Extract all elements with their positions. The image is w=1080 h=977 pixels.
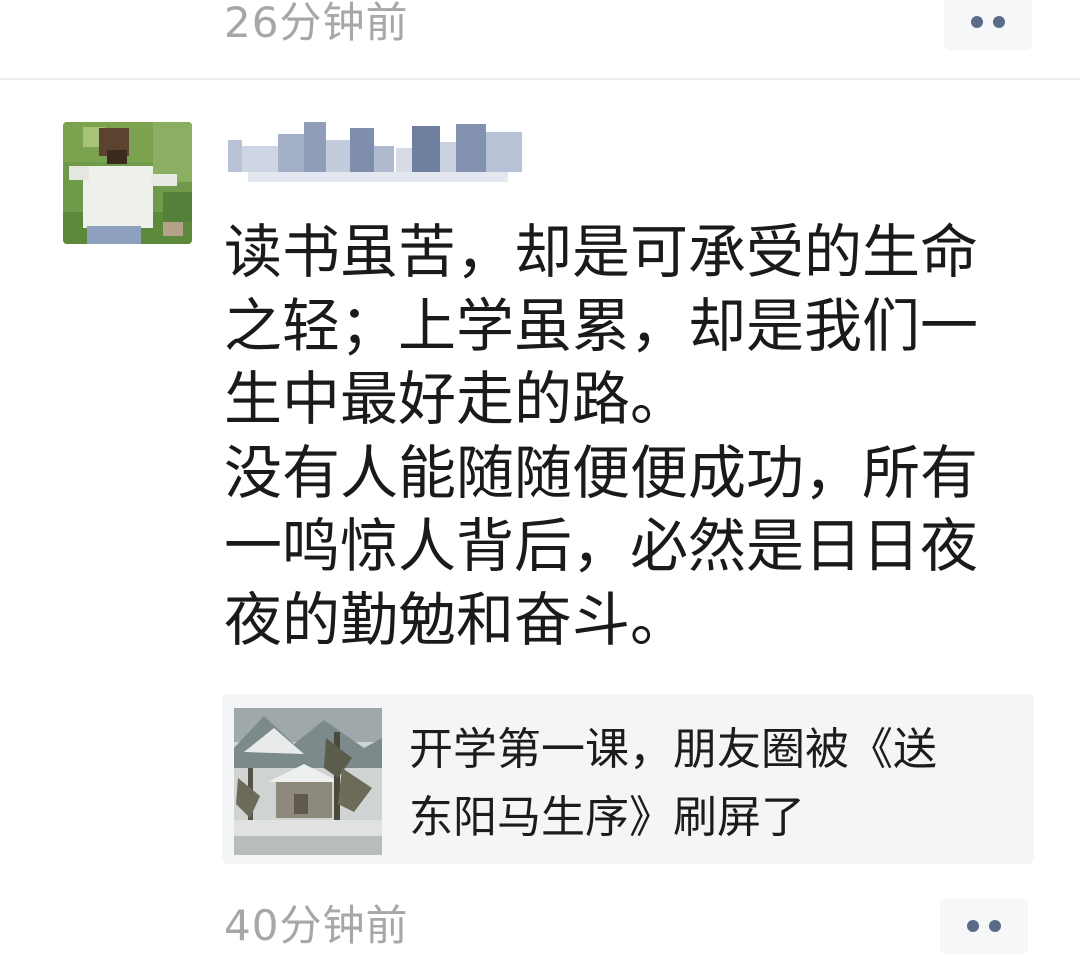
post-content: 读书虽苦，却是可承受的生命 之轻；上学虽累，却是我们一 生中最好走的路。 没有人… xyxy=(224,218,979,654)
feed-divider xyxy=(0,78,1080,80)
post-timestamp: 40分钟前 xyxy=(224,901,409,950)
avatar-photo xyxy=(63,122,192,244)
more-dots-icon xyxy=(967,920,979,932)
more-dots-icon xyxy=(971,16,983,28)
more-actions-button[interactable] xyxy=(944,0,1032,50)
snowy-landscape-painting xyxy=(234,708,382,855)
post-author-name[interactable] xyxy=(228,118,524,184)
blurred-username xyxy=(228,122,522,182)
more-actions-button[interactable] xyxy=(940,898,1028,954)
more-dots-icon xyxy=(993,16,1005,28)
more-dots-icon xyxy=(989,920,1001,932)
post-timestamp: 26分钟前 xyxy=(224,0,409,47)
article-thumbnail xyxy=(234,708,382,855)
previous-post-footer: 26分钟前 xyxy=(0,0,1080,78)
article-title: 开学第一课，朋友圈被《送 东阳马生序》刷屏了 xyxy=(409,724,937,843)
shared-article-card[interactable]: 开学第一课，朋友圈被《送 东阳马生序》刷屏了 xyxy=(222,694,1034,864)
moments-feed: 26分钟前 读书虽苦，却是可承受的生命 之轻；上学虽累，却是我们一 生中最好走的… xyxy=(0,0,1080,977)
avatar[interactable] xyxy=(63,122,192,244)
